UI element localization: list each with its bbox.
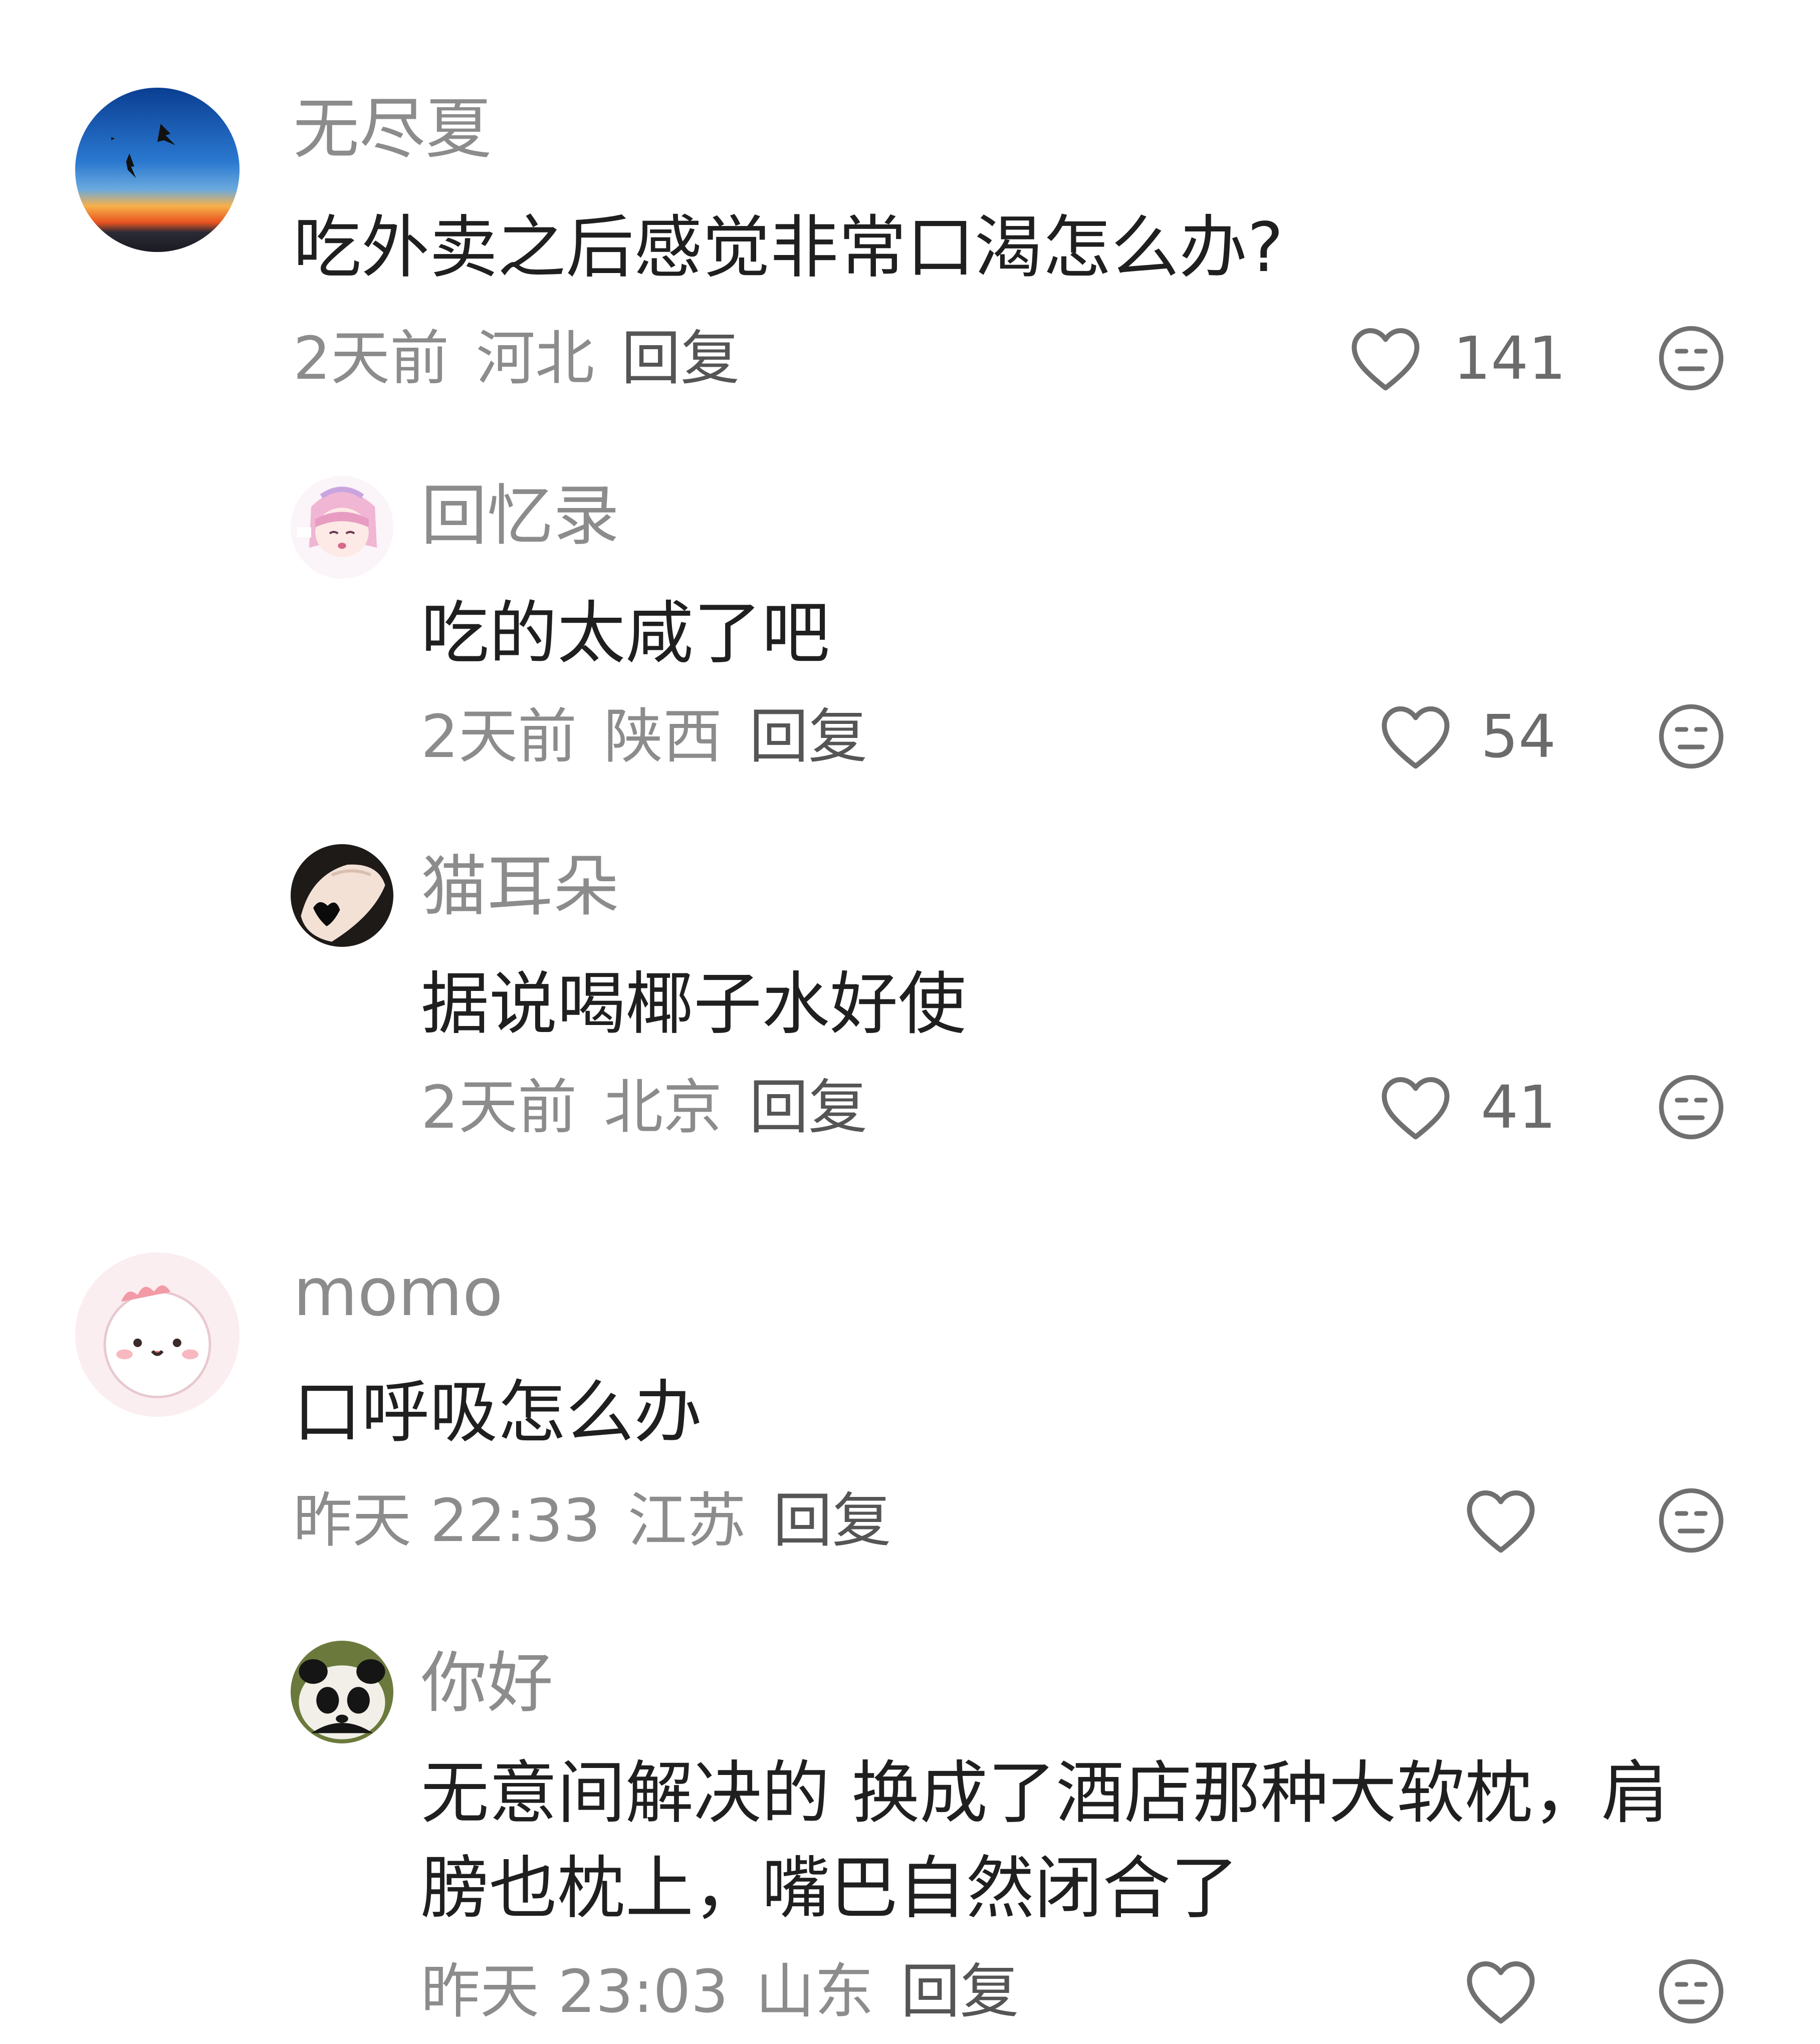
comment-meta: 昨天 23:03 山东 回复 [421,1954,1019,2029]
comment-time: 2天前 [293,324,449,393]
like-button[interactable] [1348,321,1423,396]
username[interactable]: 猫耳朵 [421,847,619,927]
dislike-button[interactable] [1656,1485,1726,1556]
dislike-button[interactable] [1656,1956,1726,2026]
heart-outline-icon [1351,328,1420,391]
comment-item: 无尽夏 吃外卖之后感觉非常口渴怎么办? 2天前 河北 回复 141 [0,0,1820,431]
dislike-button[interactable] [1656,1072,1726,1142]
user-avatar[interactable] [291,1641,393,1743]
username[interactable]: 回忆录 [421,476,619,556]
user-avatar[interactable] [291,476,393,579]
comment-location: 江苏 [627,1486,746,1555]
comment-time: 2天前 [421,702,577,771]
neutral-face-icon [1659,326,1724,391]
username[interactable]: 你好 [421,1643,553,1723]
comment-text: 无意间解决的 换成了酒店那种大软枕，肩膀也枕上，嘴巴自然闭合了 [421,1754,1670,1928]
comment-time: 昨天 22:33 [293,1486,601,1555]
comment-meta: 2天前 陕西 回复 [421,699,867,774]
reply-button[interactable]: 回复 [901,1954,1019,2029]
comment-text: 据说喝椰子水好使 [421,965,966,1044]
heart-outline-icon [1382,1077,1450,1140]
like-button[interactable] [1463,1954,1538,2029]
like-button[interactable] [1378,699,1453,774]
like-button[interactable] [1378,1070,1453,1145]
heart-outline-icon [1467,1490,1535,1553]
comment-time: 2天前 [421,1073,577,1142]
user-avatar[interactable] [75,1252,240,1417]
user-avatar[interactable] [291,844,393,947]
comment-location: 北京 [604,1073,723,1142]
like-button[interactable] [1463,1483,1538,1558]
reply-button[interactable]: 回复 [773,1483,891,1558]
comment-meta: 2天前 河北 回复 [293,321,740,396]
comment-meta: 2天前 北京 回复 [421,1070,867,1145]
username[interactable]: 无尽夏 [293,89,492,169]
reply-button[interactable]: 回复 [749,699,867,774]
heart-outline-icon [1467,1961,1535,2024]
comment-location: 陕西 [604,702,723,771]
dislike-button[interactable] [1656,701,1726,772]
neutral-face-icon [1659,1959,1724,2024]
comment-location: 河北 [476,324,595,393]
reply-item: 回忆录 吃的太咸了吧 2天前 陕西 回复 54 [0,431,1820,802]
neutral-face-icon [1659,1488,1724,1553]
reply-button[interactable]: 回复 [749,1070,867,1145]
comment-text: 吃外卖之后感觉非常口渴怎么办? [293,208,1284,288]
like-count: 141 [1453,324,1566,393]
username[interactable]: momo [293,1252,503,1333]
like-count: 41 [1481,1073,1556,1142]
comment-meta: 昨天 22:33 江苏 回复 [293,1483,891,1558]
neutral-face-icon [1659,704,1724,769]
neutral-face-icon [1659,1075,1724,1140]
like-count: 54 [1481,702,1556,771]
reply-item: 你好 无意间解决的 换成了酒店那种大软枕，肩膀也枕上，嘴巴自然闭合了 昨天 23… [0,1628,1820,2044]
comment-item: momo 口呼吸怎么办 昨天 22:33 江苏 回复 [0,1202,1820,1628]
reply-item: 猫耳朵 据说喝椰子水好使 2天前 北京 回复 41 [0,802,1820,1202]
comment-text: 口呼吸怎么办 [293,1373,702,1452]
reply-button[interactable]: 回复 [621,321,740,396]
heart-outline-icon [1382,706,1450,769]
comment-text: 吃的太咸了吧 [421,594,830,673]
comment-location: 山东 [755,1957,874,2026]
comment-thread: { "colors": { "username": "#8c8c8c", "bo… [0,0,1820,2044]
comment-time: 昨天 23:03 [421,1957,729,2026]
user-avatar[interactable] [75,88,240,252]
dislike-button[interactable] [1656,323,1726,393]
